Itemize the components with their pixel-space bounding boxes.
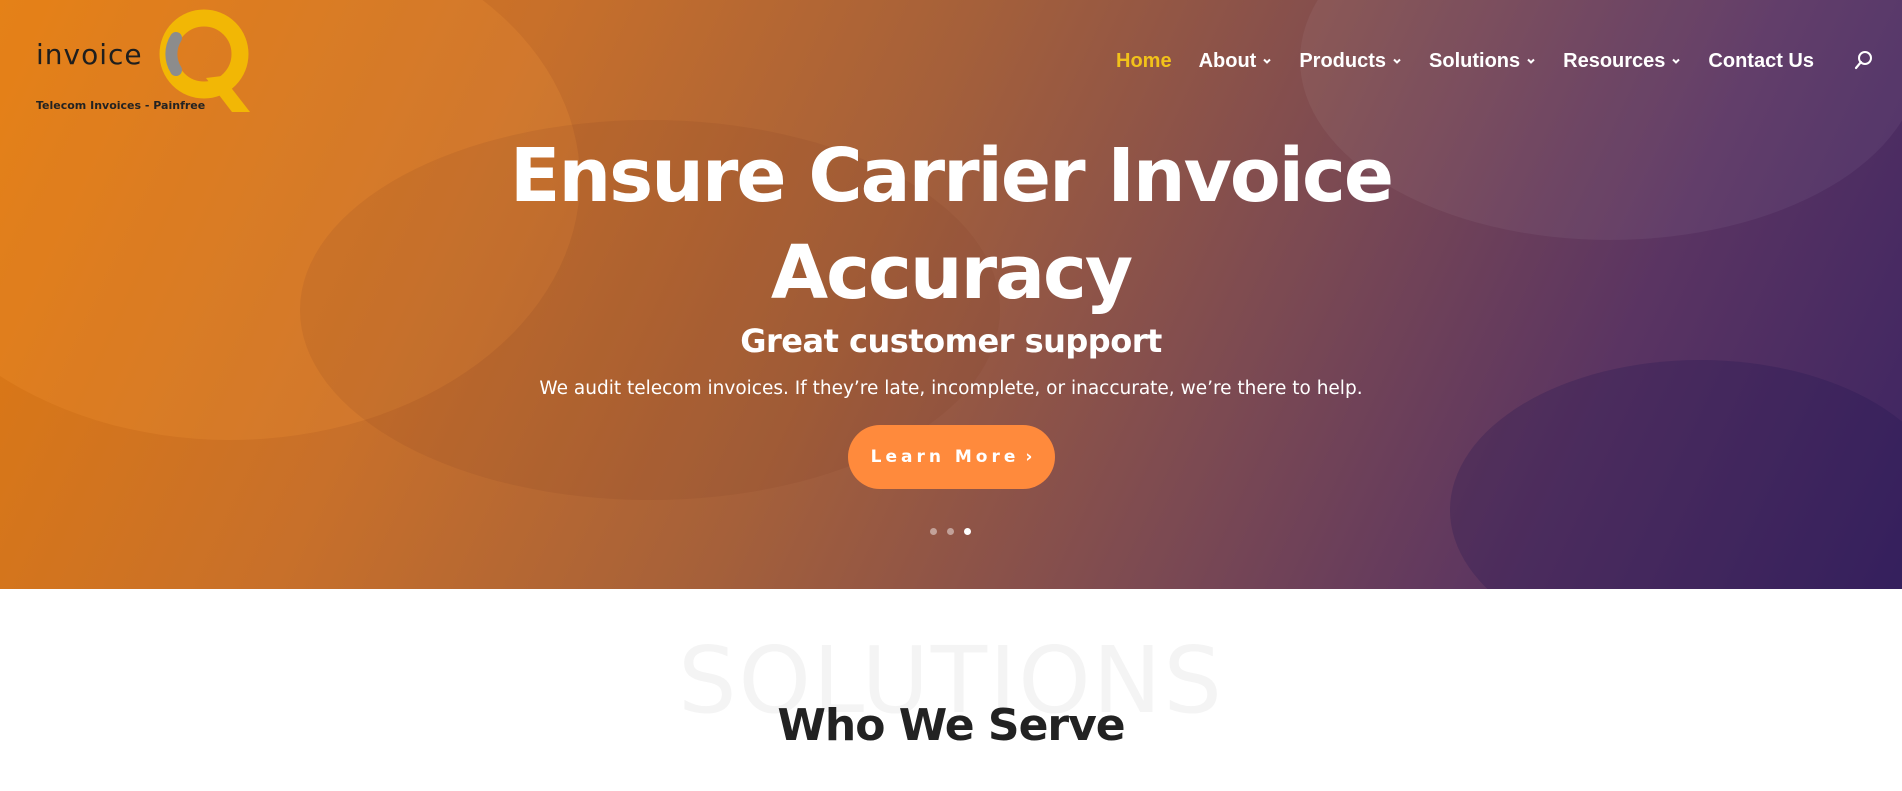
- hero-description: We audit telecom invoices. If they’re la…: [539, 378, 1363, 399]
- nav-item-products[interactable]: Products: [1299, 50, 1402, 73]
- search-icon[interactable]: [1854, 50, 1874, 72]
- nav-item-resources[interactable]: Resources: [1563, 50, 1681, 73]
- chevron-down-icon: [1392, 56, 1402, 66]
- nav-item-label: Home: [1116, 49, 1172, 72]
- nav-item-label: Contact Us: [1708, 49, 1814, 72]
- logo-tagline: Telecom Invoices - Painfree: [36, 99, 206, 112]
- nav-item-label: Solutions: [1429, 49, 1521, 72]
- chevron-right-icon: ›: [1025, 447, 1033, 467]
- nav-item-about[interactable]: About: [1199, 50, 1273, 73]
- slider-dot[interactable]: [947, 528, 954, 535]
- nav-item-label: Resources: [1563, 49, 1666, 72]
- slider-pagination: [930, 528, 981, 535]
- hero-title: Ensure Carrier Invoice Accuracy: [509, 133, 1394, 316]
- nav-item-contact-us[interactable]: Contact Us: [1708, 50, 1814, 73]
- hero-subtitle: Great customer support: [740, 322, 1162, 360]
- nav-item-label: Products: [1299, 49, 1387, 72]
- hero-banner: invoice Telecom Invoices - Painfree Home…: [0, 0, 1902, 589]
- learn-more-label: Learn More: [870, 447, 1020, 467]
- chevron-down-icon: [1526, 56, 1536, 66]
- main-nav: Home About Products Solutions Resources: [1116, 48, 1841, 74]
- chevron-down-icon: [1671, 56, 1681, 66]
- learn-more-button[interactable]: Learn More ›: [848, 425, 1055, 489]
- nav-item-home[interactable]: Home: [1116, 50, 1172, 73]
- nav-item-label: About: [1198, 49, 1257, 72]
- site-logo[interactable]: invoice Telecom Invoices - Painfree: [34, 8, 250, 116]
- nav-item-solutions[interactable]: Solutions: [1429, 50, 1536, 73]
- section-title: Who We Serve: [777, 700, 1125, 751]
- logo-wordmark: invoice: [36, 38, 143, 71]
- slider-dot-active[interactable]: [964, 528, 971, 535]
- chevron-down-icon: [1262, 56, 1272, 66]
- slider-dot[interactable]: [930, 528, 937, 535]
